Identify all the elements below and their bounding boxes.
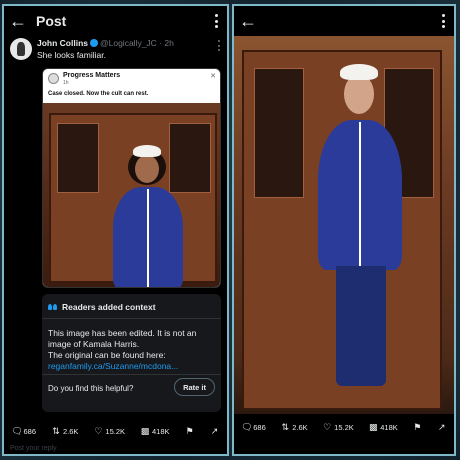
people-icon: [48, 303, 58, 311]
quoted-author-name: Progress Matters: [63, 72, 121, 79]
viewer-top-bar: ←: [234, 6, 454, 36]
share-icon: ↗: [210, 425, 219, 436]
community-note-title: Readers added context: [48, 302, 156, 312]
bar-chart-icon: ▩: [368, 421, 378, 432]
heart-icon: ♡: [323, 421, 332, 432]
like-button[interactable]: ♡ 15.2K: [93, 426, 125, 437]
more-vertical-icon[interactable]: [442, 14, 446, 28]
back-arrow-icon[interactable]: ←: [234, 6, 262, 36]
reply-input[interactable]: Post your reply: [10, 445, 57, 452]
repost-button[interactable]: ⇅ 2.6K: [51, 426, 78, 437]
top-bar: ← Post: [4, 6, 227, 36]
bookmark-button[interactable]: ⚑: [185, 426, 195, 437]
close-icon: ✕: [210, 73, 216, 80]
page-title: Post: [36, 13, 67, 29]
quoted-avatar: [48, 73, 59, 84]
full-photo[interactable]: [234, 36, 454, 414]
author-handle[interactable]: @Logically_JC: [100, 38, 157, 48]
bookmark-button[interactable]: ⚑: [412, 422, 422, 433]
avatar[interactable]: [10, 38, 32, 60]
quoted-text: Case closed. Now the cult can rest.: [48, 91, 149, 97]
tweet: John Collins @Logically_JC · 2h She looks…: [4, 38, 227, 61]
views-button[interactable]: ▩ 418K: [368, 422, 398, 433]
rate-it-button[interactable]: Rate it: [174, 378, 215, 396]
author-name[interactable]: John Collins: [37, 38, 88, 48]
source-link[interactable]: reganfamily.ca/Suzanne/mcdona...: [48, 361, 215, 372]
tweet-more-icon[interactable]: [218, 40, 221, 51]
action-bar: 🗨 686 ⇅ 2.6K ♡ 15.2K ▩ 418K ⚑ ↗: [234, 418, 454, 436]
community-note: Readers added context This image has bee…: [42, 294, 221, 412]
bookmark-icon: ⚑: [185, 425, 194, 436]
comment-icon: 🗨: [11, 425, 23, 436]
repost-button[interactable]: ⇅ 2.6K: [280, 422, 307, 433]
like-button[interactable]: ♡ 15.2K: [322, 422, 354, 433]
quoted-post[interactable]: Progress Matters 1h ✕ Case closed. Now t…: [42, 68, 221, 288]
helpful-prompt: Do you find this helpful?: [48, 384, 134, 393]
views-button[interactable]: ▩ 418K: [140, 426, 170, 437]
post-time: · 2h: [159, 38, 174, 48]
tweet-text: She looks familiar.: [37, 50, 106, 60]
repost-icon: ⇅: [52, 425, 60, 436]
media-viewer: ← 🗨 686 ⇅ 2.6K ♡ 15.2K ▩ 418K ⚑ ↗: [232, 4, 456, 456]
verified-badge-icon: [90, 39, 98, 47]
quoted-post-header: Progress Matters 1h ✕ Case closed. Now t…: [43, 69, 220, 103]
bookmark-icon: ⚑: [413, 421, 422, 432]
post-panel: ← Post John Collins @Logically_JC · 2h Sh…: [2, 4, 229, 456]
reply-button[interactable]: 🗨 686: [11, 426, 36, 437]
community-note-body: This image has been edited. It is not an…: [48, 328, 215, 372]
comment-icon: 🗨: [241, 421, 253, 432]
back-arrow-icon[interactable]: ←: [4, 6, 32, 36]
person-head: [344, 74, 374, 114]
person-head: [135, 155, 159, 183]
quoted-time: 1h: [63, 80, 69, 86]
heart-icon: ♡: [94, 425, 103, 436]
more-vertical-icon[interactable]: [215, 14, 219, 28]
action-bar: 🗨 686 ⇅ 2.6K ♡ 15.2K ▩ 418K ⚑ ↗: [4, 422, 227, 440]
repost-icon: ⇅: [281, 421, 289, 432]
quoted-photo[interactable]: [43, 103, 220, 287]
share-icon: ↗: [437, 421, 446, 432]
reply-button[interactable]: 🗨 686: [241, 422, 266, 433]
bar-chart-icon: ▩: [140, 425, 150, 436]
share-button[interactable]: ↗: [210, 426, 220, 437]
share-button[interactable]: ↗: [437, 422, 447, 433]
